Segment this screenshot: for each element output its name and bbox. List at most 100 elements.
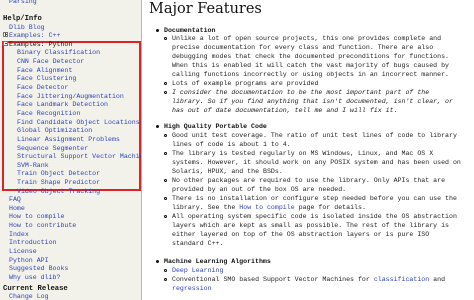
feature-text-line: All operating system specific code is is…: [172, 213, 457, 220]
feature-text-line: No other packages are required to use th…: [172, 177, 445, 184]
sidebar-item-label[interactable]: Video Object Tracking: [17, 188, 100, 195]
line-text-after: page for details.: [294, 204, 366, 211]
feature-text-line: standard C++.: [172, 240, 223, 247]
sidebar-item-label[interactable]: Face Clustering: [17, 75, 76, 82]
line-text: Good unit test coverage. The ratio of un…: [172, 132, 457, 139]
sidebar-item-train-object-detector[interactable]: Train Object Detector: [17, 170, 100, 179]
feature-text-line: Good unit test coverage. The ratio of un…: [172, 132, 457, 139]
sidebar-item-label[interactable]: Train Shape Predictor: [17, 179, 100, 186]
sub-bullet-icon: [164, 278, 167, 281]
line-text: Lots of example programs are provided: [172, 80, 319, 87]
feature-text-line: layers which are kept as small as possib…: [172, 222, 449, 229]
sidebar-item-label[interactable]: CNN Face Detector: [17, 58, 84, 65]
sidebar-item-label[interactable]: How to compile: [9, 213, 64, 220]
sidebar-item-examples-c[interactable]: Examples: C++: [3, 32, 60, 41]
sidebar-item-label[interactable]: License: [9, 248, 37, 255]
sidebar-item-label[interactable]: Face Landmark Detection: [17, 101, 108, 108]
feature-text-line: systems. However, it should work on any …: [172, 159, 461, 166]
section-heading-machine-learning-algorithms: Machine Learning Algorithms: [164, 258, 271, 265]
feature-text-line: has out of date documentation, tell me a…: [172, 107, 398, 114]
sidebar-item-why-use-dlib[interactable]: Why use dlib?: [9, 274, 60, 283]
sidebar-item-label[interactable]: Face Recognition: [17, 110, 80, 117]
sidebar-item-label[interactable]: FAQ: [9, 196, 21, 203]
sidebar-item-train-shape-predictor[interactable]: Train Shape Predictor: [17, 179, 100, 188]
sidebar-item-label[interactable]: How to contribute: [9, 222, 76, 229]
line-text: has out of date documentation, tell me a…: [172, 107, 398, 114]
sub-bullet-icon: [164, 91, 167, 94]
feature-text-line: library. See the How to compile page for…: [172, 204, 366, 211]
expand-icon[interactable]: [3, 32, 8, 37]
sidebar-item-label[interactable]: Parsing: [9, 0, 37, 5]
sidebar-item-linear-assignment-problems[interactable]: Linear Assignment Problems: [17, 136, 120, 145]
page-title: Major Features: [149, 1, 262, 17]
sidebar-nav: Parsing Help/Info Dlib Blog Examples: C++ Ex…: [0, 0, 142, 300]
sidebar-item-license[interactable]: License: [9, 248, 37, 257]
sidebar-heading-help-info: Help/Info: [3, 15, 42, 24]
how-to-compile-link[interactable]: How to compile: [239, 204, 294, 211]
feature-text-line: Solaris, HPUX, and the BSDs.: [172, 168, 283, 175]
deep-learning-link[interactable]: Deep Learning: [172, 267, 223, 274]
sidebar-item-label[interactable]: Global Optimization: [17, 127, 92, 134]
sidebar-item-change-log[interactable]: Change Log: [9, 293, 49, 300]
sidebar-item-label[interactable]: Face Jittering/Augmentation: [17, 93, 124, 100]
sidebar-item-face-detector[interactable]: Face Detector: [17, 84, 68, 93]
sidebar-item-label[interactable]: Examples: C++: [9, 32, 60, 39]
line-text: library. See the: [172, 204, 240, 211]
line-text: calling functions incorrectly or using o…: [172, 71, 449, 78]
line-text: lines of code is about 1 to 4.: [172, 141, 291, 148]
regression-link[interactable]: regression: [172, 285, 212, 292]
sidebar-item-label[interactable]: Face Alignment: [17, 67, 72, 74]
sub-bullet-icon: [164, 82, 167, 85]
sidebar-item-how-to-contribute[interactable]: How to contribute: [9, 222, 76, 231]
classification-link[interactable]: classification: [374, 276, 429, 283]
feature-text-line: I consider the documentation to be the m…: [172, 89, 429, 96]
sidebar-item-label[interactable]: Sequence Segmenter: [17, 145, 88, 152]
sidebar-item-binary-classification[interactable]: Binary Classification: [17, 49, 100, 58]
sidebar-item-label[interactable]: Find Candidate Object Locations: [17, 119, 140, 126]
sidebar-item-global-optimization[interactable]: Global Optimization: [17, 127, 92, 136]
sidebar-item-face-recognition[interactable]: Face Recognition: [17, 110, 80, 119]
sidebar-item-faq[interactable]: FAQ: [9, 196, 21, 205]
sidebar-item-label[interactable]: Binary Classification: [17, 49, 100, 56]
sidebar-item-label: Help/Info: [3, 15, 42, 23]
line-text: There is no installation or configure st…: [172, 195, 457, 202]
feature-text-line: precise documentation for every class an…: [172, 44, 433, 51]
sidebar-item-label[interactable]: Why use dlib?: [9, 274, 60, 281]
sidebar-item-label[interactable]: Index: [9, 231, 29, 238]
sidebar-item-face-landmark-detection[interactable]: Face Landmark Detection: [17, 101, 108, 110]
bullet-icon: [156, 260, 159, 263]
sidebar-item-label[interactable]: Suggested Books: [9, 265, 68, 272]
line-text: Unlike a lot of open source projects, th…: [172, 35, 442, 42]
line-text-after: and: [429, 276, 446, 283]
sidebar-item-label[interactable]: Introduction: [9, 239, 56, 246]
sidebar-item-label[interactable]: Python API: [9, 257, 49, 264]
sidebar-item-label[interactable]: Train Object Detector: [17, 170, 100, 177]
line-text: library. So if you find anything that is…: [172, 98, 453, 105]
feature-text-line: regression: [172, 285, 212, 292]
feature-text-line: The library is tested regularly on MS Wi…: [172, 150, 433, 157]
line-text: debugging modes that check the documente…: [172, 53, 449, 60]
feature-text-line: Conventional SMO based Support Vector Ma…: [172, 276, 445, 283]
sidebar-item-label[interactable]: SVM-Rank: [17, 162, 49, 169]
sidebar-item-cnn-face-detector[interactable]: CNN Face Detector: [17, 58, 84, 67]
feature-text-line: Unlike a lot of open source projects, th…: [172, 35, 441, 42]
sidebar-item-label[interactable]: Home: [9, 205, 25, 212]
collapse-icon[interactable]: [3, 41, 8, 46]
sidebar-item-label[interactable]: Linear Assignment Problems: [17, 136, 120, 143]
sidebar-item-label[interactable]: Face Detector: [17, 84, 68, 91]
feature-text-line: Lots of example programs are provided: [172, 80, 318, 87]
line-text: either layered on top of the OS abstract…: [172, 231, 430, 238]
sidebar-item-structural-support-vector-machines[interactable]: Structural Support Vector Machines: [17, 153, 141, 162]
sidebar-item-parsing[interactable]: Parsing: [9, 0, 37, 7]
sidebar-item-label: Current Release: [3, 285, 68, 293]
sidebar-item-label[interactable]: Dlib Blog: [9, 24, 45, 31]
feature-text-line: library. So if you find anything that is…: [172, 98, 453, 105]
sidebar-item-face-clustering[interactable]: Face Clustering: [17, 75, 76, 84]
line-text: layers which are kept as small as possib…: [172, 222, 449, 229]
sidebar-item-label[interactable]: Change Log: [9, 293, 49, 300]
sidebar-item-suggested-books[interactable]: Suggested Books: [9, 265, 68, 274]
sidebar-item-introduction[interactable]: Introduction: [9, 239, 56, 248]
sidebar-item-label[interactable]: Structural Support Vector Machines: [17, 153, 141, 160]
sidebar-item-video-object-tracking[interactable]: Video Object Tracking: [17, 188, 100, 197]
sidebar-item-how-to-compile[interactable]: How to compile: [9, 213, 64, 222]
